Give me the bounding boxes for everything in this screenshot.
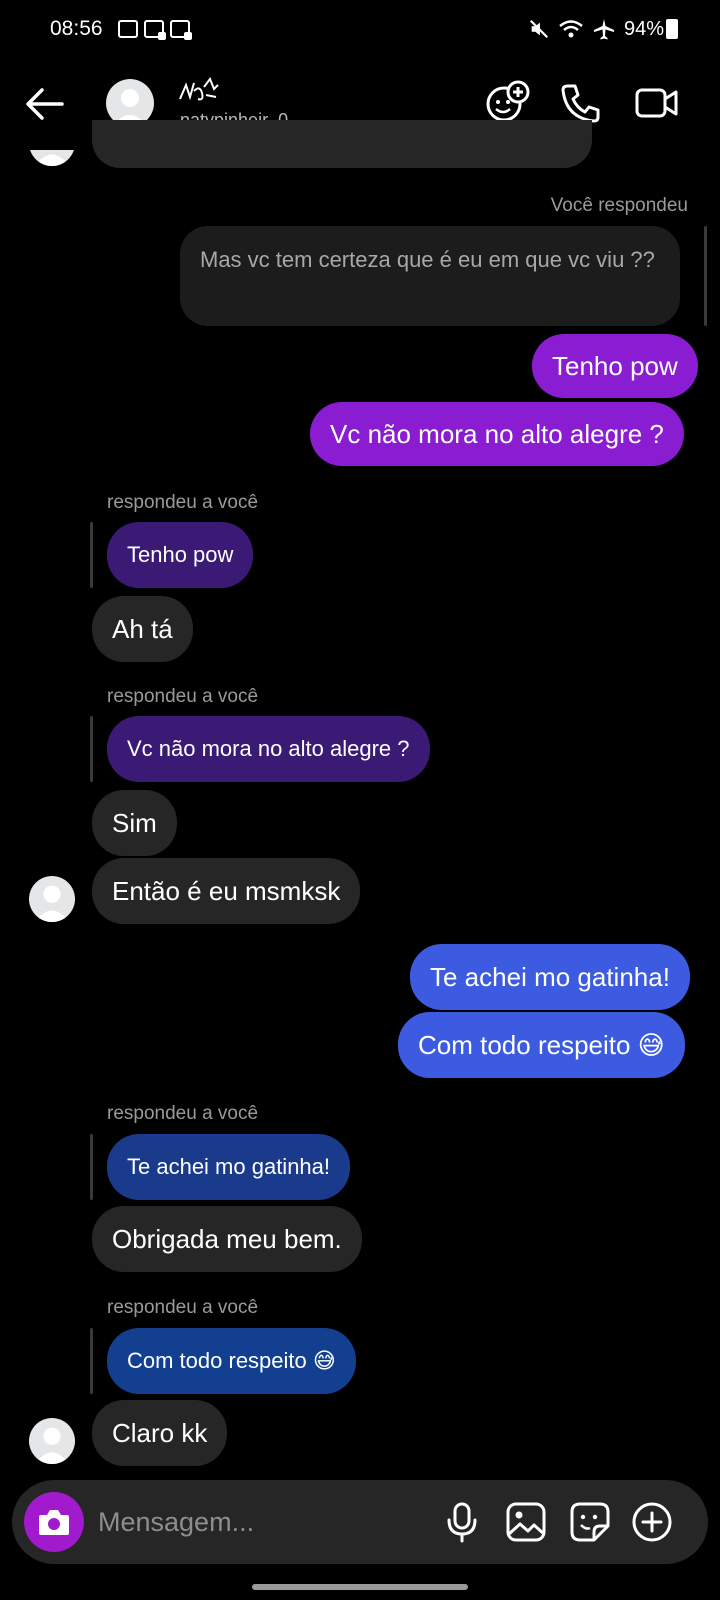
voicemail-notification-icon xyxy=(144,20,166,40)
arrow-left-icon[interactable] xyxy=(24,84,66,124)
battery-percentage: 94% xyxy=(623,17,664,40)
sent-message[interactable]: Tenho pow xyxy=(532,334,698,398)
quoted-message[interactable]: Tenho pow xyxy=(107,522,254,588)
gallery-notification-icon xyxy=(118,20,138,38)
reply-bar xyxy=(90,522,93,588)
status-time: 08:56 xyxy=(50,17,103,40)
reply-label: respondeu a você xyxy=(107,686,259,707)
wifi-icon xyxy=(559,20,583,38)
message-input[interactable] xyxy=(98,1504,418,1540)
battery-icon xyxy=(666,19,678,39)
reply-label: Você respondeu xyxy=(550,195,688,216)
received-message-partial[interactable] xyxy=(92,120,592,168)
mute-icon xyxy=(529,19,549,39)
received-message[interactable]: Então é eu msmksk xyxy=(92,858,361,924)
voicemail-notification-icon xyxy=(170,20,192,40)
received-message[interactable]: Ah tá xyxy=(92,596,193,662)
sent-message[interactable]: Te achei mo gatinha! xyxy=(410,944,690,1010)
reply-bar xyxy=(704,226,707,326)
sent-message[interactable]: Com todo respeito 😅 xyxy=(398,1012,685,1078)
notification-icons xyxy=(118,20,192,40)
reply-bar xyxy=(90,1134,93,1200)
status-bar: 08:56 94% xyxy=(0,0,720,58)
reply-label: respondeu a você xyxy=(107,1103,259,1124)
avatar xyxy=(29,876,75,922)
reply-bar xyxy=(90,716,93,782)
received-message[interactable]: Sim xyxy=(92,790,177,856)
display-name-signature[interactable] xyxy=(178,75,220,105)
sent-message[interactable]: Vc não mora no alto alegre ? xyxy=(310,402,684,466)
microphone-icon[interactable] xyxy=(440,1500,484,1544)
avatar xyxy=(29,1418,75,1464)
plus-circle-icon[interactable] xyxy=(630,1500,674,1544)
reply-label: respondeu a você xyxy=(107,492,259,513)
home-indicator[interactable] xyxy=(252,1584,468,1590)
quoted-message[interactable]: Com todo respeito 😅 xyxy=(107,1328,356,1394)
reply-bar xyxy=(90,1328,93,1394)
received-message[interactable]: Obrigada meu bem. xyxy=(92,1206,362,1272)
quoted-message[interactable]: Vc não mora no alto alegre ? xyxy=(107,716,430,782)
received-message[interactable]: Claro kk xyxy=(92,1400,228,1466)
sticker-icon[interactable] xyxy=(568,1500,612,1544)
airplane-mode-icon xyxy=(593,19,614,40)
reply-label: respondeu a você xyxy=(107,1297,259,1318)
camera-icon[interactable] xyxy=(24,1492,84,1552)
quoted-message[interactable]: Te achei mo gatinha! xyxy=(107,1134,351,1200)
system-icons: 94% xyxy=(528,17,664,41)
video-camera-icon[interactable] xyxy=(634,80,680,126)
image-icon[interactable] xyxy=(504,1500,548,1544)
message-composer xyxy=(12,1480,708,1564)
quoted-message[interactable]: Mas vc tem certeza que é eu em que vc vi… xyxy=(180,226,680,326)
